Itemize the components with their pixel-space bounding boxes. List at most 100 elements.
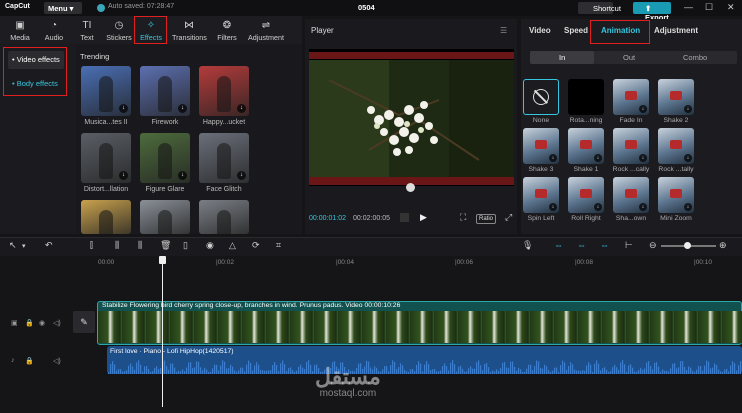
download-icon[interactable]: ↓ bbox=[549, 154, 557, 162]
zoom-slider-thumb[interactable] bbox=[684, 242, 691, 249]
download-icon[interactable]: ↓ bbox=[237, 104, 246, 113]
tab-adjustment-props[interactable]: Adjustment bbox=[654, 26, 698, 35]
split-right-icon[interactable]: ⫼ bbox=[138, 240, 142, 251]
effect-preview-figure bbox=[158, 210, 172, 234]
animation-option[interactable]: ↓ bbox=[658, 79, 694, 115]
frame-icon[interactable] bbox=[400, 213, 409, 222]
animation-option[interactable] bbox=[568, 79, 604, 115]
segment-out[interactable]: Out bbox=[623, 53, 635, 62]
play-reverse-icon[interactable]: ◉ bbox=[206, 240, 214, 251]
main-track-magnet-icon[interactable]: ⇔ bbox=[554, 240, 563, 250]
tab-stickers[interactable]: ◷ Stickers bbox=[102, 16, 136, 44]
download-icon[interactable]: ↓ bbox=[639, 105, 647, 113]
animation-option[interactable] bbox=[523, 79, 559, 115]
effect-thumbnail[interactable]: ↓ bbox=[199, 66, 249, 116]
minimize-button[interactable]: — bbox=[684, 2, 693, 12]
undo-icon[interactable]: ↶ bbox=[45, 240, 53, 251]
effect-thumbnail[interactable] bbox=[140, 200, 190, 234]
download-icon[interactable]: ↓ bbox=[684, 154, 692, 162]
split-icon[interactable]: ⫿ bbox=[90, 240, 93, 251]
effect-thumbnail[interactable] bbox=[81, 200, 131, 234]
animation-option[interactable]: ↓ bbox=[523, 128, 559, 164]
download-icon[interactable]: ↓ bbox=[178, 171, 187, 180]
rotate-icon[interactable]: ⟳ bbox=[252, 240, 260, 251]
freeze-icon[interactable]: ▯ bbox=[183, 240, 188, 251]
player-menu-icon[interactable]: ☰ bbox=[500, 26, 507, 35]
download-icon[interactable]: ↓ bbox=[119, 171, 128, 180]
segment-combo[interactable]: Combo bbox=[683, 53, 707, 62]
tab-audio[interactable]: ◔ Audio bbox=[37, 16, 71, 44]
animation-option[interactable]: ↓ bbox=[613, 128, 649, 164]
play-button[interactable]: ▶ bbox=[420, 212, 427, 223]
audio-icon: ◔ bbox=[50, 20, 58, 31]
preview-axis-icon[interactable]: ⊢ bbox=[625, 240, 633, 251]
video-clip-label: Stabilize Flowering bird cherry spring c… bbox=[102, 302, 401, 309]
fullscreen-preview-icon[interactable]: ⛶ bbox=[460, 212, 466, 223]
fullscreen-icon[interactable]: ⤢ bbox=[505, 212, 512, 223]
volume-icon[interactable]: ◁) bbox=[53, 319, 61, 327]
effect-thumbnail[interactable] bbox=[199, 200, 249, 234]
mirror-icon[interactable]: △ bbox=[229, 240, 236, 251]
download-icon[interactable]: ↓ bbox=[594, 154, 602, 162]
export-button[interactable]: ⬆ Export bbox=[633, 2, 671, 22]
animation-option[interactable]: ↓ bbox=[568, 128, 604, 164]
menu-button[interactable]: Menu ▾ bbox=[44, 2, 82, 14]
tab-adjustment[interactable]: ⇌ Adjustment bbox=[247, 16, 285, 44]
lock-icon[interactable]: 🔒 bbox=[25, 319, 34, 327]
microphone-icon[interactable]: 🎙 bbox=[522, 240, 533, 251]
animation-option[interactable]: ↓ bbox=[613, 177, 649, 213]
effect-preview-figure bbox=[158, 143, 172, 179]
download-icon[interactable]: ↓ bbox=[684, 203, 692, 211]
delete-icon[interactable]: 🗑 bbox=[160, 240, 171, 251]
cover-edit-icon[interactable]: ✎ bbox=[73, 311, 95, 333]
lock-icon[interactable]: 🔒 bbox=[25, 357, 34, 365]
ratio-button[interactable]: Ratio bbox=[476, 214, 496, 224]
animation-option[interactable]: ↓ bbox=[658, 177, 694, 213]
download-icon[interactable]: ↓ bbox=[594, 203, 602, 211]
ruler-tick: |00:10 bbox=[694, 259, 712, 266]
effect-thumbnail[interactable]: ↓ bbox=[81, 133, 131, 183]
segment-in[interactable]: In bbox=[559, 53, 565, 62]
download-icon[interactable]: ↓ bbox=[639, 154, 647, 162]
playhead[interactable] bbox=[162, 257, 163, 407]
tab-speed[interactable]: Speed bbox=[564, 26, 588, 35]
download-icon[interactable]: ↓ bbox=[237, 171, 246, 180]
effect-thumbnail[interactable]: ↓ bbox=[199, 133, 249, 183]
split-left-icon[interactable]: ⫼ bbox=[115, 240, 119, 251]
select-tool-icon[interactable]: ↖ bbox=[9, 240, 17, 251]
watermark-latin: mostaql.com bbox=[319, 388, 377, 399]
eye-icon[interactable]: ◉ bbox=[39, 319, 45, 327]
volume-icon[interactable]: ◁) bbox=[53, 357, 61, 365]
effect-thumbnail[interactable]: ↓ bbox=[140, 133, 190, 183]
tab-text[interactable]: TI Text bbox=[70, 16, 104, 44]
download-icon[interactable]: ↓ bbox=[119, 104, 128, 113]
zoom-out-icon[interactable]: ⊖ bbox=[649, 240, 657, 251]
none-icon bbox=[533, 89, 549, 105]
animation-option[interactable]: ↓ bbox=[523, 177, 559, 213]
download-icon[interactable]: ↓ bbox=[178, 104, 187, 113]
tab-filters[interactable]: ❂ Filters bbox=[210, 16, 244, 44]
download-icon[interactable]: ↓ bbox=[684, 105, 692, 113]
tab-video[interactable]: Video bbox=[529, 26, 551, 35]
download-icon[interactable]: ↓ bbox=[639, 203, 647, 211]
chevron-down-icon[interactable]: ▾ bbox=[22, 242, 26, 250]
effect-thumbnail[interactable]: ↓ bbox=[81, 66, 131, 116]
linkage-icon[interactable]: ⇔ bbox=[600, 240, 609, 250]
tab-media[interactable]: ▣ Media bbox=[3, 16, 37, 44]
playhead-handle[interactable] bbox=[159, 256, 166, 264]
animation-option[interactable]: ↓ bbox=[658, 128, 694, 164]
video-filmstrip bbox=[98, 311, 742, 343]
auto-snap-icon[interactable]: ⇔ bbox=[577, 240, 586, 250]
effect-thumbnail[interactable]: ↓ bbox=[140, 66, 190, 116]
close-button[interactable]: ✕ bbox=[727, 2, 735, 13]
crop-icon[interactable]: ⌗ bbox=[276, 240, 281, 251]
effect-preview-figure bbox=[99, 143, 113, 179]
tab-transitions[interactable]: ⋈ Transitions bbox=[172, 16, 207, 44]
animation-option[interactable]: ↓ bbox=[613, 79, 649, 115]
download-icon[interactable]: ↓ bbox=[549, 203, 557, 211]
zoom-in-icon[interactable]: ⊕ bbox=[719, 240, 727, 251]
shortcut-button[interactable]: Shortcut bbox=[578, 2, 621, 14]
animation-option[interactable]: ↓ bbox=[568, 177, 604, 213]
maximize-button[interactable]: ☐ bbox=[705, 2, 713, 13]
cable-car-icon bbox=[670, 189, 682, 198]
